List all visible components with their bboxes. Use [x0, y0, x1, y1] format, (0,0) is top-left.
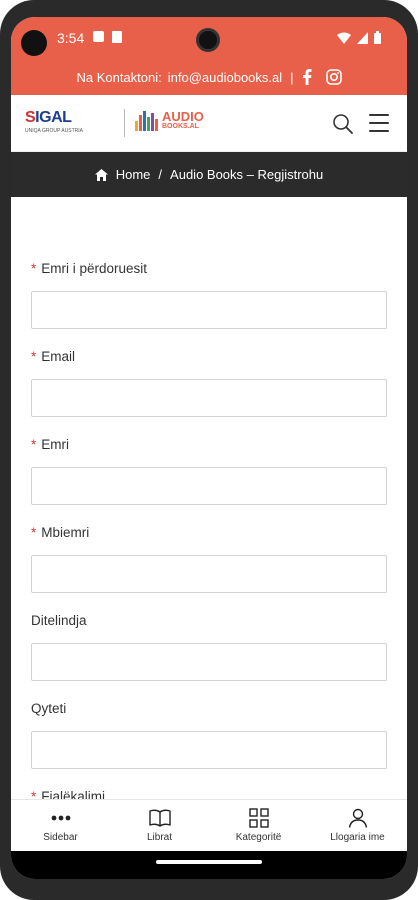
more-dots-icon	[50, 808, 72, 828]
sigal-logo[interactable]: SIGAL UNIQA GROUP AUSTRIA	[25, 109, 83, 134]
email-label-text: Email	[41, 349, 76, 364]
audiobooks-logo-bars	[135, 109, 158, 131]
instagram-icon[interactable]	[325, 69, 342, 85]
breadcrumb: Home / Audio Books – Regjistrohu	[11, 152, 407, 197]
user-icon	[347, 808, 369, 828]
username-field: * Emri i përdoruesit	[31, 261, 387, 329]
audiobooks-logo-line1: AUDIO	[162, 109, 204, 124]
last-name-input[interactable]	[31, 555, 387, 593]
audiobooks-logo-text: AUDIO BOOKS.AL	[162, 110, 204, 130]
sigal-tagline: UNIQA GROUP AUSTRIA	[25, 128, 83, 134]
breadcrumb-home[interactable]: Home	[116, 167, 151, 182]
city-label: Qyteti	[31, 701, 67, 716]
required-marker: *	[31, 261, 37, 276]
signal-icon	[357, 31, 368, 44]
last-name-label: * Mbiemri	[31, 525, 387, 543]
sigal-logo-rest: IGAL	[35, 109, 72, 126]
front-camera	[196, 28, 220, 52]
password-label-text: Fjalëkalimi	[41, 789, 106, 799]
home-icon	[94, 168, 108, 181]
password-label: * Fjalëkalimi	[31, 789, 387, 799]
sigal-logo-text: SIGAL	[25, 109, 83, 127]
birthdate-field: Ditelindja	[31, 613, 387, 681]
site-header: SIGAL UNIQA GROUP AUSTRIA AUDIO BOOKS.AL	[11, 95, 407, 152]
username-label: * Emri i përdoruesit	[31, 261, 387, 279]
required-marker: *	[31, 525, 37, 540]
screen: 3:54 Na Kontaktoni: info@audiobooks.al |	[11, 17, 407, 879]
nav-categories-label: Kategoritë	[235, 832, 282, 843]
facebook-icon[interactable]	[302, 69, 312, 85]
bottom-navigation: Sidebar Librat Kategoritë Llogaria ime	[11, 799, 407, 851]
contact-bar: Na Kontaktoni: info@audiobooks.al |	[11, 59, 407, 95]
contact-separator: |	[290, 69, 294, 85]
required-marker: *	[31, 789, 37, 799]
nav-books-label: Librat	[146, 832, 172, 843]
username-label-text: Emri i përdoruesit	[41, 261, 148, 276]
breadcrumb-separator: /	[158, 167, 163, 182]
last-name-field: * Mbiemri	[31, 525, 387, 593]
last-name-label-text: Mbiemri	[41, 525, 90, 540]
grid-icon	[248, 808, 270, 828]
status-bar: 3:54	[11, 17, 407, 59]
sd-card-icon	[112, 31, 122, 43]
contact-email[interactable]: info@audiobooks.al	[168, 70, 282, 85]
hamburger-menu-icon[interactable]	[369, 114, 389, 132]
phone-frame: 3:54 Na Kontaktoni: info@audiobooks.al |	[0, 0, 418, 900]
system-gesture-area	[11, 851, 407, 879]
notification-icons	[93, 31, 122, 43]
nav-books[interactable]: Librat	[110, 800, 209, 851]
notification-icon	[93, 31, 104, 42]
required-marker: *	[31, 437, 37, 452]
audiobooks-logo[interactable]: AUDIO BOOKS.AL	[135, 109, 204, 131]
birthdate-label: Ditelindja	[31, 613, 87, 628]
nav-sidebar[interactable]: Sidebar	[11, 800, 110, 851]
search-icon[interactable]	[331, 112, 355, 136]
city-field: Qyteti	[31, 701, 387, 769]
sigal-logo-s: S	[25, 109, 36, 126]
required-marker: *	[31, 349, 37, 364]
status-time: 3:54	[57, 30, 85, 46]
city-input[interactable]	[31, 731, 387, 769]
first-name-field: * Emri	[31, 437, 387, 505]
password-field: * Fjalëkalimi	[31, 789, 387, 799]
system-icons	[337, 31, 381, 44]
audiobooks-logo-line2: BOOKS.AL	[162, 123, 199, 130]
nav-account[interactable]: Llogaria ime	[308, 800, 407, 851]
wifi-icon	[337, 32, 351, 44]
nav-categories[interactable]: Kategoritë	[209, 800, 308, 851]
first-name-input[interactable]	[31, 467, 387, 505]
nav-sidebar-label: Sidebar	[43, 832, 78, 843]
book-icon	[148, 808, 171, 828]
email-input[interactable]	[31, 379, 387, 417]
first-name-label-text: Emri	[41, 437, 70, 452]
first-name-label: * Emri	[31, 437, 387, 455]
email-field: * Email	[31, 349, 387, 417]
birthdate-input[interactable]	[31, 643, 387, 681]
username-input[interactable]	[31, 291, 387, 329]
nav-account-label: Llogaria ime	[330, 832, 385, 843]
camera-cutout-left	[21, 30, 47, 56]
registration-form: * Emri i përdoruesit * Email * Emri * Mbiemr…	[11, 197, 407, 799]
logo-divider	[124, 109, 125, 137]
contact-label: Na Kontaktoni:	[76, 69, 162, 85]
battery-icon	[374, 31, 381, 44]
email-label: * Email	[31, 349, 387, 367]
breadcrumb-current: Audio Books – Regjistrohu	[170, 167, 324, 182]
home-gesture-bar[interactable]	[156, 860, 262, 864]
